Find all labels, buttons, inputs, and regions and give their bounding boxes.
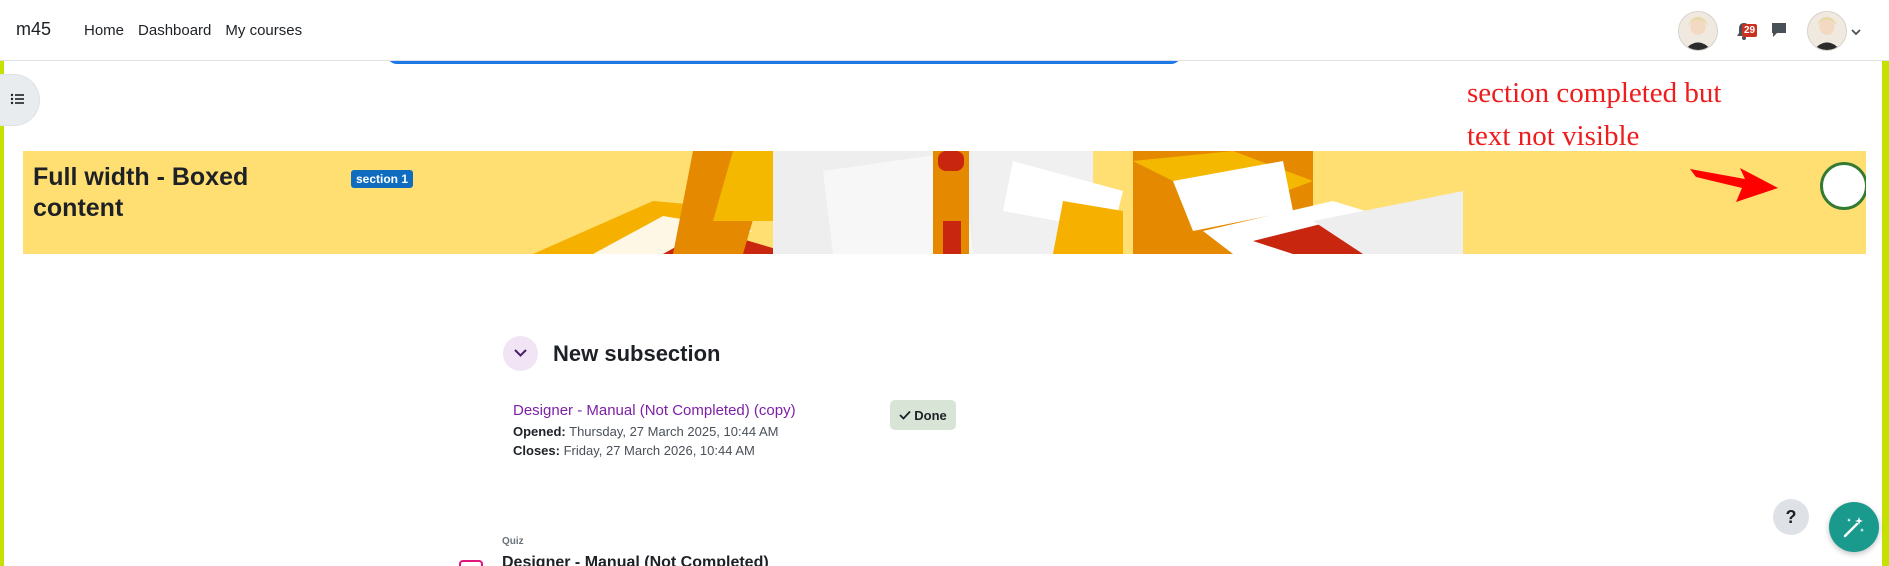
completion-done-button[interactable]: Done bbox=[890, 400, 956, 430]
page-accent-right bbox=[1882, 61, 1889, 566]
section-title: Full width - Boxed content bbox=[33, 163, 249, 222]
activity-closes-date: Closes: Friday, 27 March 2026, 10:44 AM bbox=[513, 443, 755, 458]
help-label: ? bbox=[1785, 506, 1797, 527]
notification-count-badge: 29 bbox=[1742, 24, 1758, 37]
section-banner: Full width - Boxed content section 1 bbox=[23, 151, 1866, 254]
completion-status-label: Done bbox=[914, 407, 947, 423]
section-tag-badge: section 1 bbox=[351, 170, 414, 188]
site-brand[interactable]: m45 bbox=[16, 19, 51, 40]
course-index-toggle[interactable] bbox=[0, 74, 40, 126]
quiz-icon bbox=[459, 560, 483, 566]
list-icon bbox=[10, 93, 24, 105]
user-menu-avatar[interactable] bbox=[1807, 11, 1847, 51]
closes-value: Friday, 27 March 2026, 10:44 AM bbox=[563, 443, 755, 458]
closes-label: Closes: bbox=[513, 443, 560, 458]
annotation-line-1: section completed but bbox=[1467, 77, 1722, 109]
magic-wand-icon bbox=[1843, 517, 1864, 538]
avatar[interactable] bbox=[1678, 11, 1718, 51]
nav-dashboard[interactable]: Dashboard bbox=[138, 22, 211, 39]
annotation-line-2: text not visible bbox=[1467, 120, 1640, 152]
chevron-down-icon[interactable] bbox=[1850, 27, 1862, 37]
chat-icon[interactable] bbox=[1770, 21, 1788, 39]
primary-navigation: Home Dashboard My courses bbox=[84, 22, 302, 39]
opened-label: Opened: bbox=[513, 424, 566, 439]
top-navbar: m45 Home Dashboard My courses 29 bbox=[0, 0, 1889, 61]
check-icon bbox=[899, 410, 911, 420]
annotation-arrow-icon bbox=[1690, 168, 1778, 202]
subsection-collapse-toggle[interactable] bbox=[503, 336, 538, 371]
page-accent-left bbox=[0, 61, 4, 566]
activity-link[interactable]: Designer - Manual (Not Completed) (copy) bbox=[513, 402, 796, 419]
nav-my-courses[interactable]: My courses bbox=[225, 22, 302, 39]
nav-home[interactable]: Home bbox=[84, 22, 124, 39]
activity-type-label: Quiz bbox=[502, 536, 524, 547]
subsection-title: New subsection bbox=[553, 341, 721, 366]
ai-assistant-button[interactable] bbox=[1829, 502, 1879, 552]
quiz-activity-name[interactable]: Designer - Manual (Not Completed) bbox=[502, 554, 769, 566]
chevron-down-icon bbox=[514, 349, 527, 357]
screenshot-annotation: section completed but text not visible bbox=[1467, 72, 1722, 158]
activity-opened-date: Opened: Thursday, 27 March 2025, 10:44 A… bbox=[513, 424, 778, 439]
section-banner-illustration bbox=[533, 151, 1463, 254]
help-button[interactable]: ? bbox=[1773, 499, 1809, 535]
opened-value: Thursday, 27 March 2025, 10:44 AM bbox=[569, 424, 779, 439]
section-completion-indicator bbox=[1820, 162, 1866, 210]
